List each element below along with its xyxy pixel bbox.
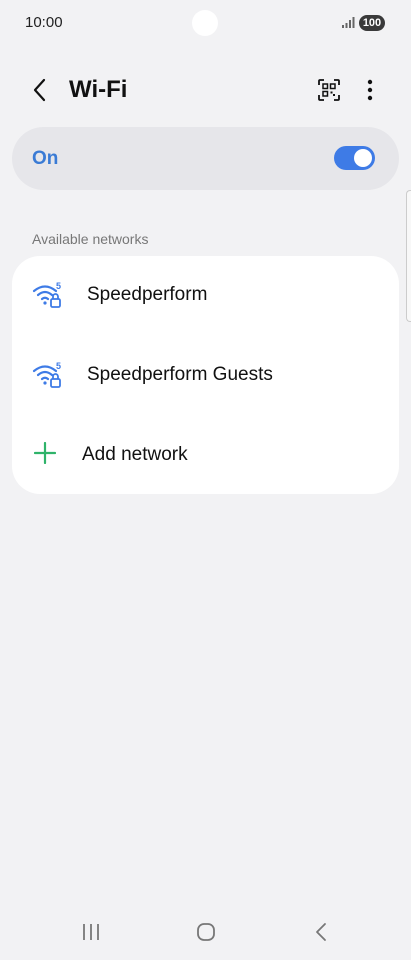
page-title: Wi-Fi [69,76,128,103]
wifi-master-toggle[interactable]: On [12,127,399,190]
back-icon [316,923,326,941]
network-item[interactable]: 5 Speedperform [12,256,399,334]
recents-button[interactable] [76,918,106,946]
toggle-label: On [32,148,59,169]
add-network-label: Add network [82,444,188,465]
plus-icon [34,442,56,464]
status-bar: 10:00 100 [0,0,411,48]
home-button[interactable] [191,918,221,946]
band-label: 5 [56,361,61,371]
home-icon [197,923,215,941]
qr-scan-icon [318,79,340,101]
network-item[interactable]: 5 Speedperform Guests [12,336,399,414]
status-time: 10:00 [25,14,63,31]
wifi-settings-screen: 10:00 100 Wi-Fi On Available networks 5 … [0,0,411,960]
add-network-button[interactable]: Add network [12,416,399,494]
network-name: Speedperform Guests [87,364,273,385]
camera-cutout [192,10,218,36]
switch-knob [354,149,372,167]
section-label-available-networks: Available networks [32,231,149,247]
app-header: Wi-Fi [0,60,411,120]
signal-icon [342,17,355,28]
recents-icon [83,924,99,940]
back-button[interactable] [24,74,56,106]
network-name: Speedperform [87,284,208,305]
qr-scan-button[interactable] [313,74,345,106]
system-nav-bar [0,900,411,960]
nav-back-button[interactable] [306,918,336,946]
wifi-switch[interactable] [334,146,375,170]
more-vertical-icon [367,79,373,101]
back-chevron-icon [33,78,46,102]
more-options-button[interactable] [354,74,386,106]
scroll-indicator[interactable] [406,190,411,322]
wifi-secured-5ghz-icon: 5 [32,281,61,308]
network-list: 5 Speedperform 5 Speedperform Guests Add… [12,256,399,494]
band-label: 5 [56,281,61,291]
battery-badge: 100 [359,15,385,31]
wifi-secured-5ghz-icon: 5 [32,361,61,388]
